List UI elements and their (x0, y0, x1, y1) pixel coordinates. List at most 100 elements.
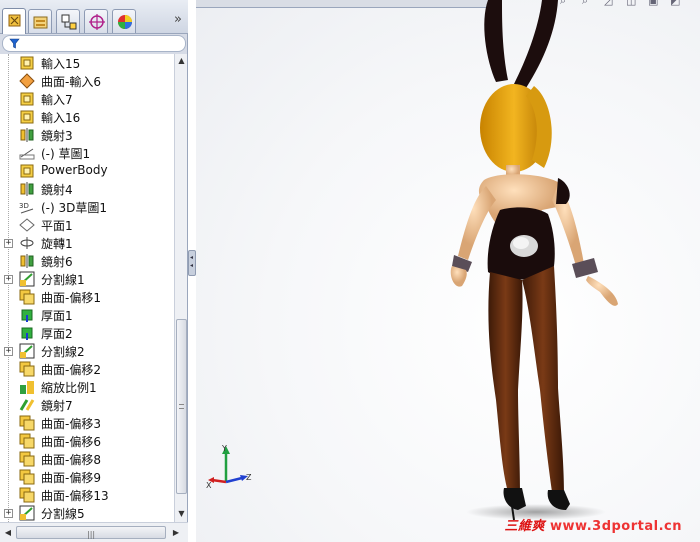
tree-item[interactable]: 厚面2 (0, 324, 174, 342)
tree-item[interactable]: 曲面-偏移8 (0, 450, 174, 468)
watermark-url: www.3dportal.cn (550, 519, 682, 534)
surface-offset-icon (19, 289, 35, 305)
expand-plus-icon[interactable]: + (4, 275, 13, 284)
tree-item-label: 平面1 (41, 219, 73, 233)
tree-item[interactable]: 輸入16 (0, 108, 174, 126)
tree-item[interactable]: 鏡射3 (0, 126, 174, 144)
tree-item[interactable]: 曲面-偏移9 (0, 468, 174, 486)
scale-icon (20, 381, 34, 394)
tree-item-label: 厚面1 (41, 309, 73, 323)
mirror-icon (20, 182, 34, 196)
tree-item[interactable]: 鏡射7 (0, 396, 174, 414)
tree-item-label: 曲面-偏移8 (41, 453, 101, 467)
tree-item[interactable]: + 分割線2 (0, 342, 174, 360)
tree-item[interactable]: 曲面-偏移2 (0, 360, 174, 378)
tree-item-label: 曲面-輸入6 (41, 75, 101, 89)
tab-feature-manager[interactable] (2, 8, 26, 34)
expand-panel-chevron[interactable]: » (174, 12, 182, 27)
split-line-icon (19, 271, 35, 287)
split-line-icon (19, 343, 35, 359)
surface-offset-icon (19, 433, 35, 449)
tree-item[interactable]: (-) 草圖1 (0, 144, 174, 162)
tree-item-label: (-) 3D草圖1 (41, 201, 108, 215)
tree-item[interactable]: 3D (-) 3D草圖1 (0, 198, 174, 216)
bunny-girl-model[interactable] (196, 0, 700, 542)
tree-item-label: 輸入16 (41, 111, 81, 125)
tree-item-label: 分割線1 (41, 273, 85, 287)
scroll-down-arrow-icon[interactable]: ▼ (176, 508, 187, 520)
mirror-icon (20, 254, 34, 268)
triad-z-label: Z (246, 473, 252, 482)
tree-item-label: PowerBody (41, 163, 108, 177)
tree-item[interactable]: 縮放比例1 (0, 378, 174, 396)
surface-offset-icon (19, 487, 35, 503)
tree-item[interactable]: 平面1 (0, 216, 174, 234)
appearance-sphere-icon (118, 15, 132, 29)
mirror-icon (20, 128, 34, 142)
tab-configuration-manager[interactable] (56, 9, 80, 33)
scroll-right-arrow-icon[interactable]: ▶ (170, 527, 182, 539)
triad-y-label: Y (221, 444, 227, 453)
tab-display-manager[interactable] (112, 9, 136, 33)
import-icon (20, 92, 34, 106)
triad-x-label: X (206, 481, 212, 490)
tree-item[interactable]: + 分割線5 (0, 504, 174, 522)
import-icon (20, 110, 34, 124)
surface-offset-icon (19, 415, 35, 431)
tree-item-label: 曲面-偏移3 (41, 417, 101, 431)
tree-item-label: 鏡射6 (41, 255, 73, 269)
expand-plus-icon[interactable]: + (4, 509, 13, 518)
surface-offset-icon (19, 361, 35, 377)
surface-import-icon (19, 73, 35, 89)
revolve-icon (20, 237, 34, 249)
tree-item-label: 鏡射3 (41, 129, 73, 143)
tree-item-label: 厚面2 (41, 327, 73, 341)
tree-item[interactable]: + 旋轉1 (0, 234, 174, 252)
tree-item[interactable]: 鏡射4 (0, 180, 174, 198)
vertical-scroll-thumb[interactable] (176, 319, 187, 494)
tree-item[interactable]: 輸入15 (0, 54, 174, 72)
tree-item-label: 曲面-偏移1 (41, 291, 101, 305)
feature-tree: 輸入15 曲面-輸入6 輸入7 輸入16 鏡射3 (-) 草圖1 PowerBody 鏡射4 3… (0, 54, 174, 522)
tree-item-label: 輸入15 (41, 57, 81, 71)
grip-icon (179, 404, 184, 409)
funnel-icon[interactable] (9, 38, 20, 49)
tree-item-label: 曲面-偏移6 (41, 435, 101, 449)
tree-item[interactable]: 曲面-偏移13 (0, 486, 174, 504)
tree-item[interactable]: + 分割線1 (0, 270, 174, 288)
tree-item[interactable]: 曲面-輸入6 (0, 72, 174, 90)
sketch-icon (19, 148, 35, 160)
expand-plus-icon[interactable]: + (4, 239, 13, 248)
hgrip-icon: ||| (87, 530, 96, 539)
graphics-viewport[interactable]: ⌕ ⌕ ◿ ◫ ▣ ◩ Y X Z 三維爽 www.3dportal.cn (196, 0, 700, 542)
tree-item-label: 鏡射4 (41, 183, 73, 197)
tree-item[interactable]: 輸入7 (0, 90, 174, 108)
tree-item[interactable]: 鏡射6 (0, 252, 174, 270)
import-icon (20, 56, 34, 70)
tree-item[interactable]: 曲面-偏移1 (0, 288, 174, 306)
thicken-icon (21, 309, 33, 322)
tab-dimxpert-manager[interactable] (84, 9, 108, 33)
horizontal-scroll-thumb[interactable]: ||| (16, 526, 166, 539)
expand-plus-icon[interactable]: + (4, 347, 13, 356)
tree-horizontal-scrollbar[interactable]: ◀ ||| ▶ (0, 522, 188, 542)
watermark: 三維爽 www.3dportal.cn (504, 515, 682, 534)
tree-item[interactable]: 曲面-偏移3 (0, 414, 174, 432)
tree-item-label: 曲面-偏移13 (41, 489, 109, 503)
tree-item[interactable]: 曲面-偏移6 (0, 432, 174, 450)
surface-offset-icon (19, 469, 35, 485)
coordinate-triad: Y X Z (206, 444, 252, 490)
tree-vertical-scrollbar[interactable]: ▲ ▼ (174, 54, 187, 522)
split-line-icon (19, 505, 35, 521)
scroll-up-arrow-icon[interactable]: ▲ (176, 55, 187, 67)
plane-icon (19, 218, 35, 232)
tree-item[interactable]: PowerBody (0, 162, 174, 180)
tree-filter-input[interactable] (2, 35, 186, 52)
feature-manager-panel: » 輸入15 曲面-輸入6 輸入7 輸入16 鏡射3 (-) 草圖1 PowerBody 鏡射… (0, 0, 188, 542)
tree-item-label: 分割線5 (41, 507, 85, 521)
panel-splitter-handle[interactable]: ◂ ◂ (188, 250, 196, 276)
tree-item[interactable]: 厚面1 (0, 306, 174, 324)
tab-property-manager[interactable] (28, 9, 52, 33)
scroll-left-arrow-icon[interactable]: ◀ (2, 527, 14, 539)
tree-item-label: 分割線2 (41, 345, 85, 359)
